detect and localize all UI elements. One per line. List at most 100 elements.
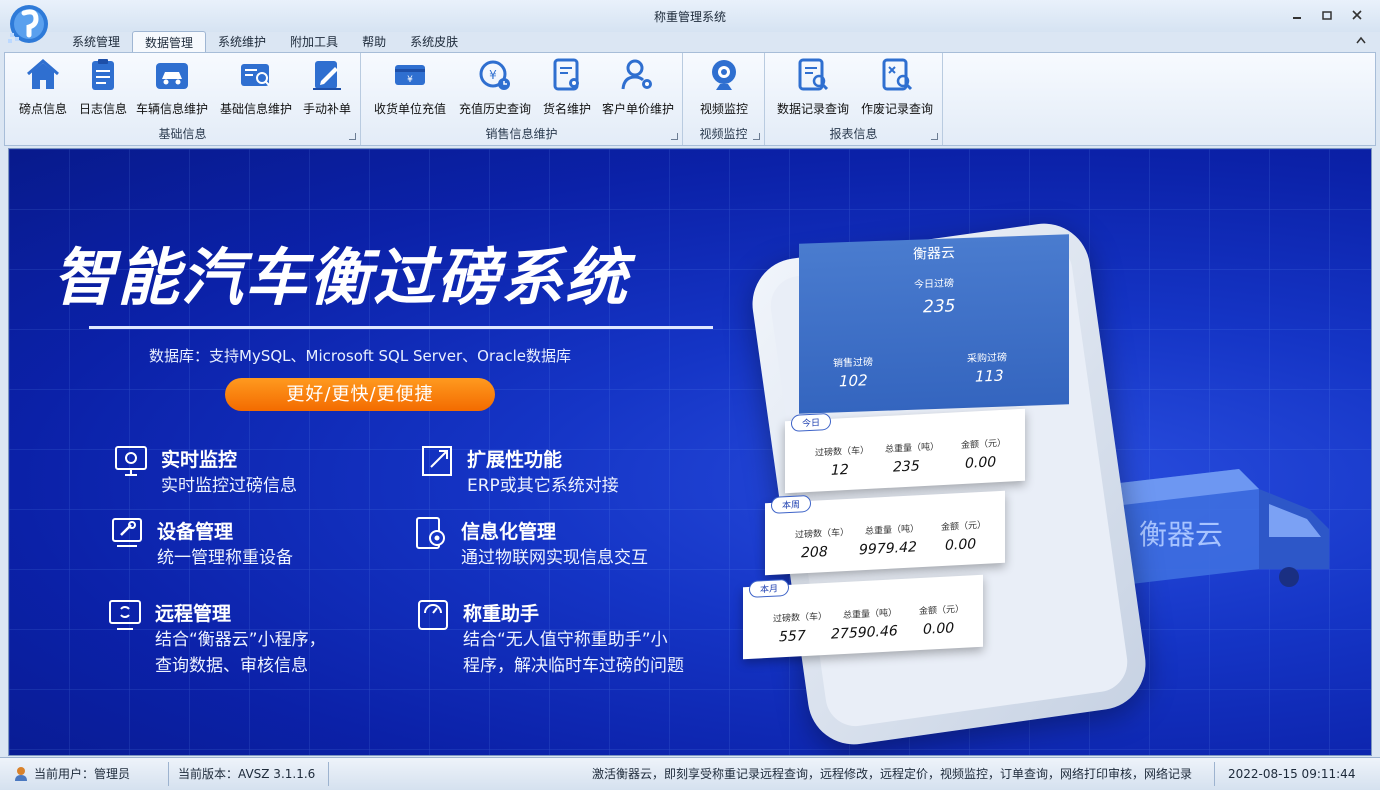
weighbridge-info-button[interactable]: 磅点信息 xyxy=(13,57,73,117)
void-record-query-button[interactable]: 作废记录查询 xyxy=(855,57,939,117)
feature-desc-line2: 程序，解决临时车过磅的问题 xyxy=(463,656,684,676)
user-icon xyxy=(15,767,27,781)
button-label: 视频监控 xyxy=(699,102,748,116)
expand-icon xyxy=(422,446,452,476)
amount-label: 金额（元） xyxy=(961,438,1007,452)
app-name: 衡器云 xyxy=(913,245,955,263)
button-label: 客户单价维护 xyxy=(601,102,674,116)
weight-label: 总重量（吨） xyxy=(865,524,920,538)
manual-ticket-button[interactable]: 手动补单 xyxy=(297,57,357,117)
group-launcher-icon[interactable] xyxy=(671,133,678,140)
webcam-icon xyxy=(712,60,736,90)
count-label: 过磅数（车） xyxy=(815,445,870,459)
recharge-history-button[interactable]: ¥ 充值历史查询 xyxy=(453,57,537,117)
feature-title: 扩展性功能 xyxy=(467,449,563,471)
record-query-button[interactable]: 数据记录查询 xyxy=(771,57,855,117)
ribbon-collapse-button[interactable] xyxy=(1356,36,1366,47)
button-label: 车辆信息维护 xyxy=(135,102,208,116)
app-header-panel: 衡器云 今日过磅 235 销售过磅 102 采购过磅 113 xyxy=(799,234,1069,414)
group-label-video: 视频监控 xyxy=(699,127,748,141)
tab-system-management[interactable]: 系统管理 xyxy=(60,31,132,53)
status-divider xyxy=(1214,762,1215,786)
sales-label: 销售过磅 xyxy=(833,357,873,370)
feature-desc-line2: 查询数据、审核信息 xyxy=(155,656,308,676)
video-monitor-button[interactable]: 视频监控 xyxy=(689,57,759,117)
close-button[interactable] xyxy=(1346,6,1368,24)
current-user: 当前用户：管理员 xyxy=(34,767,131,781)
sales-value: 102 xyxy=(839,371,868,391)
group-label-reports: 报表信息 xyxy=(829,127,878,141)
feature-desc: ERP或其它系统对接 xyxy=(467,476,619,496)
current-version: 当前版本：AVSZ 3.1.1.6 xyxy=(178,767,316,781)
clipboard-icon xyxy=(92,59,114,90)
status-divider xyxy=(328,762,329,786)
feature-weighing-assistant: 称重助手 结合“无人值守称重助手”小 程序，解决临时车过磅的问题 xyxy=(415,597,735,687)
monitor-camera-icon xyxy=(115,446,147,476)
feature-desc-line1: 结合“衡器云”小程序， xyxy=(155,630,326,650)
group-label-basic-info: 基础信息 xyxy=(158,127,207,141)
minimize-icon xyxy=(1293,17,1301,19)
feature-desc-line1: 结合“无人值守称重助手”小 xyxy=(463,630,668,650)
amount-label: 金额（元） xyxy=(919,604,965,618)
amount-label: 金额（元） xyxy=(941,520,987,534)
feature-desc: 通过物联网实现信息交互 xyxy=(461,548,648,568)
group-launcher-icon[interactable] xyxy=(349,133,356,140)
ribbon-group-basic-info: 磅点信息 日志信息 车辆信息维护 基础信息维护 手动补单 基础信息 xyxy=(5,53,361,145)
button-label: 磅点信息 xyxy=(18,102,67,116)
button-label: 数据记录查询 xyxy=(776,102,849,116)
truck-label: 衡器云 xyxy=(1139,518,1223,551)
button-label: 基础信息维护 xyxy=(219,102,292,116)
history-icon: ¥ xyxy=(479,60,510,90)
stats-card-week: 本周 过磅数（车） 208 总重量（吨） 9979.42 金额（元） 0.00 xyxy=(765,490,1005,576)
tab-system-maintenance[interactable]: 系统维护 xyxy=(206,31,278,53)
title-bar: 称重管理系统 xyxy=(0,0,1380,43)
goods-icon xyxy=(553,58,579,91)
feature-title: 设备管理 xyxy=(157,521,234,543)
card-tag: 本月 xyxy=(749,578,790,598)
tab-extra-tools[interactable]: 附加工具 xyxy=(278,31,350,53)
basic-info-maintenance-button[interactable]: 基础信息维护 xyxy=(215,57,297,117)
svg-text:¥: ¥ xyxy=(407,75,413,85)
status-message: 激活衡器云，即刻享受称重记录远程查询，远程修改，远程定价，视频监控，订单查询，网… xyxy=(592,767,1193,781)
customer-price-button[interactable]: 客户单价维护 xyxy=(597,57,679,117)
button-label: 收货单位充值 xyxy=(373,102,446,116)
minimize-button[interactable] xyxy=(1286,6,1308,24)
feature-title: 称重助手 xyxy=(463,603,540,625)
remote-monitor-icon xyxy=(109,600,141,630)
log-info-button[interactable]: 日志信息 xyxy=(73,57,133,117)
tab-data-management[interactable]: 数据管理 xyxy=(132,31,207,53)
weight-label: 总重量（吨） xyxy=(843,608,898,622)
button-label: 日志信息 xyxy=(78,102,127,116)
group-launcher-icon[interactable] xyxy=(753,133,760,140)
status-datetime: 2022-08-15 09:11:44 xyxy=(1228,767,1356,781)
tab-help[interactable]: 帮助 xyxy=(350,31,398,53)
tab-system-skin[interactable]: 系统皮肤 xyxy=(398,31,470,53)
weight-label: 总重量（吨） xyxy=(885,442,940,456)
home-icon xyxy=(27,59,59,89)
card-tag: 本周 xyxy=(771,494,812,514)
feature-desc: 统一管理称重设备 xyxy=(157,548,293,568)
vehicle-info-button[interactable]: 车辆信息维护 xyxy=(131,57,213,117)
restore-button[interactable] xyxy=(1316,6,1338,24)
record-search-icon xyxy=(798,58,829,91)
chevron-up-icon xyxy=(1356,36,1366,44)
ribbon-group-video: 视频监控 视频监控 xyxy=(683,53,765,145)
weight-value: 235 xyxy=(893,458,920,476)
count-label: 过磅数（车） xyxy=(773,611,828,625)
edit-icon xyxy=(313,61,341,90)
promo-banner: 智能汽车衡过磅系统 数据库：支持MySQL、Microsoft SQL Serv… xyxy=(8,148,1372,756)
feature-remote-management: 远程管理 结合“衡器云”小程序， 查询数据、审核信息 xyxy=(107,597,407,687)
feature-desc: 实时监控过磅信息 xyxy=(161,476,297,496)
goods-maintenance-button[interactable]: 货名维护 xyxy=(537,57,597,117)
button-label: 作废记录查询 xyxy=(860,102,933,116)
feature-title: 信息化管理 xyxy=(461,521,557,543)
group-launcher-icon[interactable] xyxy=(931,133,938,140)
banner-title: 智能汽车衡过磅系统 xyxy=(53,241,630,314)
stats-card-today: 今日 过磅数（车） 12 总重量（吨） 235 金额（元） 0.00 xyxy=(785,408,1025,494)
info-search-icon xyxy=(241,64,270,86)
count-label: 过磅数（车） xyxy=(795,527,850,541)
stats-card-month: 本月 过磅数（车） 557 总重量（吨） 27590.46 金额（元） 0.00 xyxy=(743,574,983,660)
recharge-button[interactable]: ¥ 收货单位充值 xyxy=(367,57,453,117)
menu-tabs: 系统管理 数据管理 系统维护 附加工具 帮助 系统皮肤 xyxy=(60,31,470,53)
purchase-value: 113 xyxy=(975,366,1004,386)
